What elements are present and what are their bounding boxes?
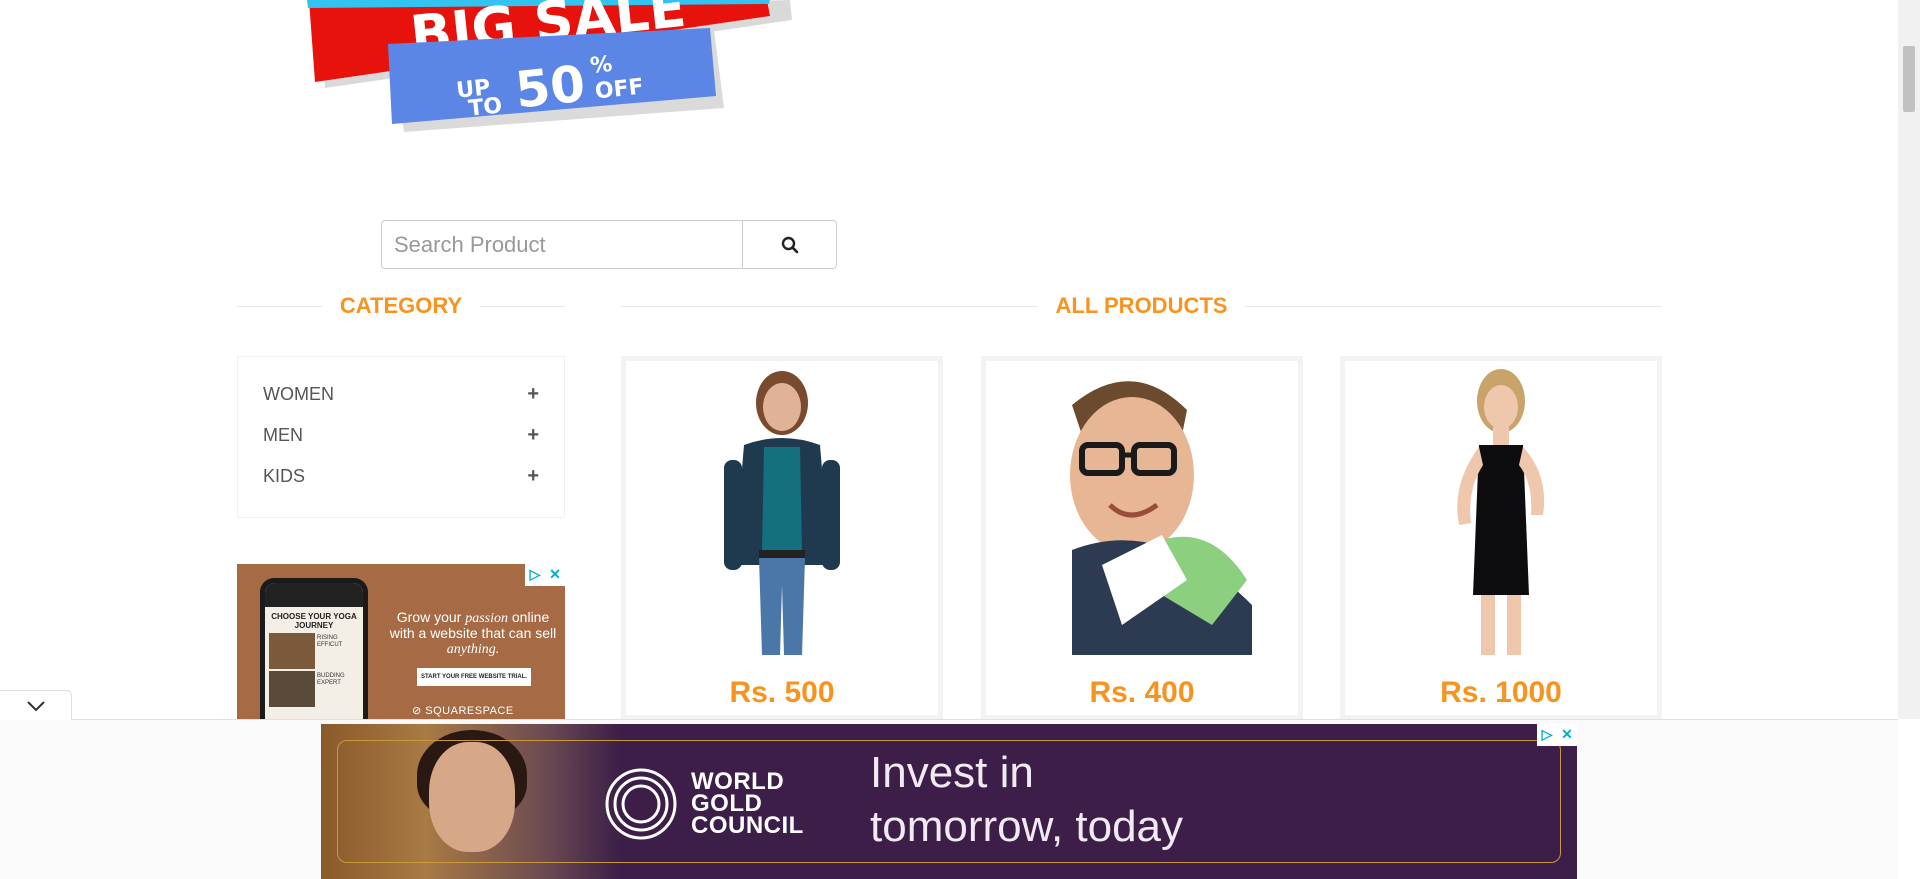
ad-copy-prefix: Grow your bbox=[396, 609, 462, 625]
divider bbox=[621, 305, 1038, 307]
ad-choices: ▷ ✕ bbox=[525, 564, 565, 586]
world-gold-council-icon bbox=[605, 768, 677, 840]
woman-teal-top-jeans-image bbox=[724, 371, 840, 655]
squarespace-icon: ⊘ bbox=[412, 705, 426, 717]
squarespace-logo: ⊘ SQUARESPACE bbox=[412, 704, 514, 717]
headline-line: Invest in bbox=[870, 748, 1034, 797]
phone-row-text: RISING EFFICUT bbox=[317, 635, 343, 648]
plus-icon[interactable]: + bbox=[527, 424, 539, 447]
plus-icon[interactable]: + bbox=[527, 465, 539, 488]
search-icon bbox=[781, 236, 798, 253]
side-ad-cta-button[interactable]: START YOUR FREE WEBSITE TRIAL. bbox=[417, 668, 531, 686]
sale-banner-logo: BIG SALE UP TO 50 % OFF bbox=[307, 0, 792, 132]
products-title: ALL PRODUCTS bbox=[1055, 293, 1228, 318]
category-item-label: MEN bbox=[263, 424, 303, 445]
ad-choices: ▷ ✕ bbox=[1537, 724, 1577, 746]
world-gold-council-logo: WORLD GOLD COUNCIL bbox=[605, 768, 804, 840]
collapse-ad-button[interactable] bbox=[0, 690, 72, 720]
phone-mockup: CHOOSE YOUR YOGA JOURNEY RISING EFFICUT … bbox=[260, 578, 368, 720]
search-input[interactable] bbox=[381, 220, 743, 269]
plus-icon[interactable]: + bbox=[527, 383, 539, 406]
close-icon[interactable]: ✕ bbox=[1557, 724, 1577, 744]
man-glasses-smiling-image bbox=[1070, 381, 1252, 655]
search-bar bbox=[381, 220, 837, 269]
headline-line: tomorrow, today bbox=[870, 802, 1184, 851]
woman-black-dress-image bbox=[1457, 369, 1545, 655]
product-card[interactable]: Rs. 500 bbox=[621, 356, 943, 720]
ad-copy-italic: anything. bbox=[446, 642, 500, 657]
sale-off: OFF bbox=[594, 75, 645, 105]
divider bbox=[237, 305, 322, 307]
search-button[interactable] bbox=[742, 220, 837, 269]
divider bbox=[1245, 305, 1662, 307]
product-image[interactable] bbox=[986, 361, 1298, 655]
scrollbar-thumb[interactable] bbox=[1903, 46, 1915, 112]
page-scrollbar[interactable] bbox=[1898, 0, 1920, 719]
ad-headline: Invest in tomorrow, today bbox=[870, 746, 1183, 854]
category-title: CATEGORY bbox=[339, 293, 463, 318]
sale-percent-sign: % bbox=[589, 52, 614, 79]
phone-title: CHOOSE YOUR YOGA JOURNEY bbox=[271, 612, 357, 630]
category-item-men[interactable]: MEN + bbox=[263, 423, 539, 447]
category-heading: CATEGORY bbox=[237, 292, 566, 320]
ad-copy-italic: passion bbox=[465, 611, 508, 626]
side-ad-copy: Grow your passion online with a website … bbox=[387, 609, 559, 658]
divider bbox=[480, 305, 566, 307]
category-item-label: KIDS bbox=[263, 465, 306, 486]
chevron-down-icon bbox=[26, 700, 45, 711]
product-price: Rs. 500 bbox=[729, 676, 835, 709]
close-icon[interactable]: ✕ bbox=[545, 564, 565, 584]
category-panel: WOMEN + MEN + KIDS + bbox=[237, 356, 565, 518]
product-price: Rs. 400 bbox=[1089, 676, 1195, 709]
sale-to: TO bbox=[467, 93, 503, 121]
adchoices-icon[interactable]: ▷ bbox=[1537, 724, 1557, 744]
brand-name: SQUARESPACE bbox=[425, 705, 514, 717]
product-card[interactable]: Rs. 400 bbox=[981, 356, 1303, 720]
product-card[interactable]: Rs. 1000 bbox=[1340, 356, 1662, 720]
adchoices-icon[interactable]: ▷ bbox=[525, 564, 545, 584]
product-image[interactable] bbox=[626, 361, 938, 655]
category-item-kids[interactable]: KIDS + bbox=[263, 464, 539, 488]
bottom-ad-banner[interactable]: WORLD GOLD COUNCIL Invest in tomorrow, t… bbox=[321, 724, 1577, 879]
side-ad-banner[interactable]: CHOOSE YOUR YOGA JOURNEY RISING EFFICUT … bbox=[237, 564, 565, 720]
category-item-women[interactable]: WOMEN + bbox=[263, 382, 539, 406]
sale-percent: 50 bbox=[513, 55, 588, 120]
product-price: Rs. 1000 bbox=[1440, 676, 1562, 709]
product-image[interactable] bbox=[1345, 361, 1657, 655]
products-heading: ALL PRODUCTS bbox=[621, 292, 1662, 320]
phone-row-text: BUDDING EXPERT bbox=[317, 673, 345, 686]
category-item-label: WOMEN bbox=[263, 383, 334, 404]
logo-line: COUNCIL bbox=[691, 812, 804, 839]
